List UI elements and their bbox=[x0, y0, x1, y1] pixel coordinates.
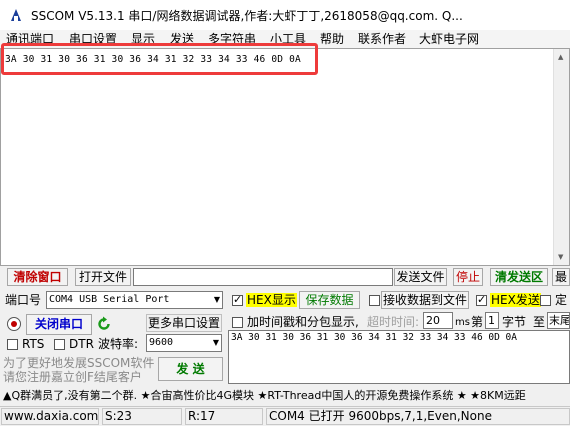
rts-checkbox[interactable] bbox=[7, 339, 18, 350]
baud-select-value: 9600 bbox=[149, 337, 174, 348]
status-website[interactable]: www.daxia.com bbox=[1, 408, 99, 425]
baud-label: 波特率: bbox=[98, 337, 139, 351]
send-button[interactable]: 发 送 bbox=[158, 357, 223, 381]
recv-to-file-button[interactable]: 接收数据到文件 bbox=[381, 291, 469, 309]
hex-send-label: HEX发送 bbox=[490, 293, 541, 307]
port-label: 端口号 bbox=[5, 293, 42, 307]
send-file-button[interactable]: 发送文件 bbox=[394, 268, 447, 286]
dtr-checkbox[interactable] bbox=[54, 339, 65, 350]
timestamp-checkbox[interactable] bbox=[232, 317, 243, 328]
port-select-value: COM4 USB Serial Port bbox=[49, 294, 170, 305]
baud-select[interactable]: 9600 ▼ bbox=[146, 334, 222, 352]
title-bar: SSCOM V5.13.1 串口/网络数据调试器,作者:大虾丁丁,2618058… bbox=[0, 0, 570, 30]
menu-contact-author[interactable]: 联系作者 bbox=[358, 32, 406, 46]
close-port-button[interactable]: 关闭串口 bbox=[26, 314, 92, 335]
highlight-annotation bbox=[1, 43, 318, 75]
status-bar: www.daxia.com S:23 R:17 COM4 已打开 9600bps… bbox=[0, 406, 570, 426]
timestamp-label: 加时间戳和分包显示, bbox=[247, 315, 359, 329]
nth-label: 第 bbox=[471, 315, 484, 329]
send-text: 3A 30 31 30 36 31 30 36 34 31 32 33 34 3… bbox=[231, 332, 517, 343]
status-port-info: COM4 已打开 9600bps,7,1,Even,None bbox=[266, 408, 570, 425]
status-received-count: R:17 bbox=[185, 408, 263, 425]
recv-to-file-checkbox[interactable] bbox=[369, 295, 380, 306]
send-area[interactable]: 3A 30 31 30 36 31 30 36 34 31 32 33 34 3… bbox=[228, 330, 570, 384]
scroll-down-arrow-icon[interactable]: ▼ bbox=[558, 253, 563, 261]
hex-send-checkbox[interactable] bbox=[476, 293, 487, 306]
timed-send-checkbox[interactable] bbox=[540, 295, 551, 306]
byte-label: 字节 bbox=[502, 315, 527, 329]
stop-button[interactable]: 停止 bbox=[453, 268, 483, 286]
timed-send-label: 定 bbox=[555, 293, 568, 307]
clear-send-button[interactable]: 清发送区 bbox=[490, 268, 548, 286]
status-sent-count: S:23 bbox=[102, 408, 182, 425]
receive-area[interactable]: 3A 30 31 30 36 31 30 36 34 31 32 33 34 3… bbox=[0, 48, 570, 266]
end-select[interactable]: 末尾 bbox=[547, 312, 570, 329]
toolbar: 清除窗口 打开文件 发送文件 停止 清发送区 最 bbox=[0, 266, 570, 288]
port-select[interactable]: COM4 USB Serial Port ▼ bbox=[46, 291, 223, 309]
menu-daxia-site[interactable]: 大虾电子网 bbox=[419, 32, 479, 46]
dropdown-arrow-icon: ▼ bbox=[212, 338, 219, 347]
promo-line-2[interactable]: 请您注册嘉立创F结尾客户 bbox=[3, 370, 142, 384]
menu-help[interactable]: 帮助 bbox=[320, 32, 344, 46]
timeout-input[interactable]: 20 bbox=[423, 312, 453, 329]
nth-byte-input[interactable]: 1 bbox=[485, 312, 499, 329]
open-file-button[interactable]: 打开文件 bbox=[75, 268, 131, 286]
hex-display-label: HEX显示 bbox=[246, 293, 297, 307]
hex-display-checkbox[interactable] bbox=[232, 293, 243, 306]
dtr-label: DTR bbox=[69, 337, 94, 351]
dropdown-arrow-icon: ▼ bbox=[213, 295, 220, 304]
timeout-label: 超时时间: bbox=[367, 315, 420, 329]
to-label: 至 bbox=[533, 315, 546, 329]
save-data-button[interactable]: 保存数据 bbox=[299, 291, 360, 309]
rts-label: RTS bbox=[22, 337, 45, 351]
news-ticker[interactable]: ▲Q群满员了,没有第二个群. ★合宙高性价比4G模块 ★RT-Thread中国人… bbox=[0, 386, 570, 405]
refresh-icon[interactable] bbox=[96, 316, 112, 332]
sscom-app-icon bbox=[10, 8, 22, 22]
more-serial-settings-button[interactable]: 更多串口设置 bbox=[146, 314, 222, 332]
file-path-input[interactable] bbox=[133, 268, 393, 286]
scroll-up-arrow-icon[interactable]: ▲ bbox=[558, 53, 563, 61]
ms-label: ms bbox=[455, 317, 470, 328]
window-title: SSCOM V5.13.1 串口/网络数据调试器,作者:大虾丁丁,2618058… bbox=[31, 9, 463, 23]
clear-window-button[interactable]: 清除窗口 bbox=[7, 268, 68, 286]
promo-line-1[interactable]: 为了更好地发展SSCOM软件 bbox=[3, 356, 154, 370]
record-icon[interactable] bbox=[7, 317, 21, 331]
last-button[interactable]: 最 bbox=[552, 268, 570, 286]
receive-scrollbar[interactable]: ▲ ▼ bbox=[553, 49, 569, 265]
